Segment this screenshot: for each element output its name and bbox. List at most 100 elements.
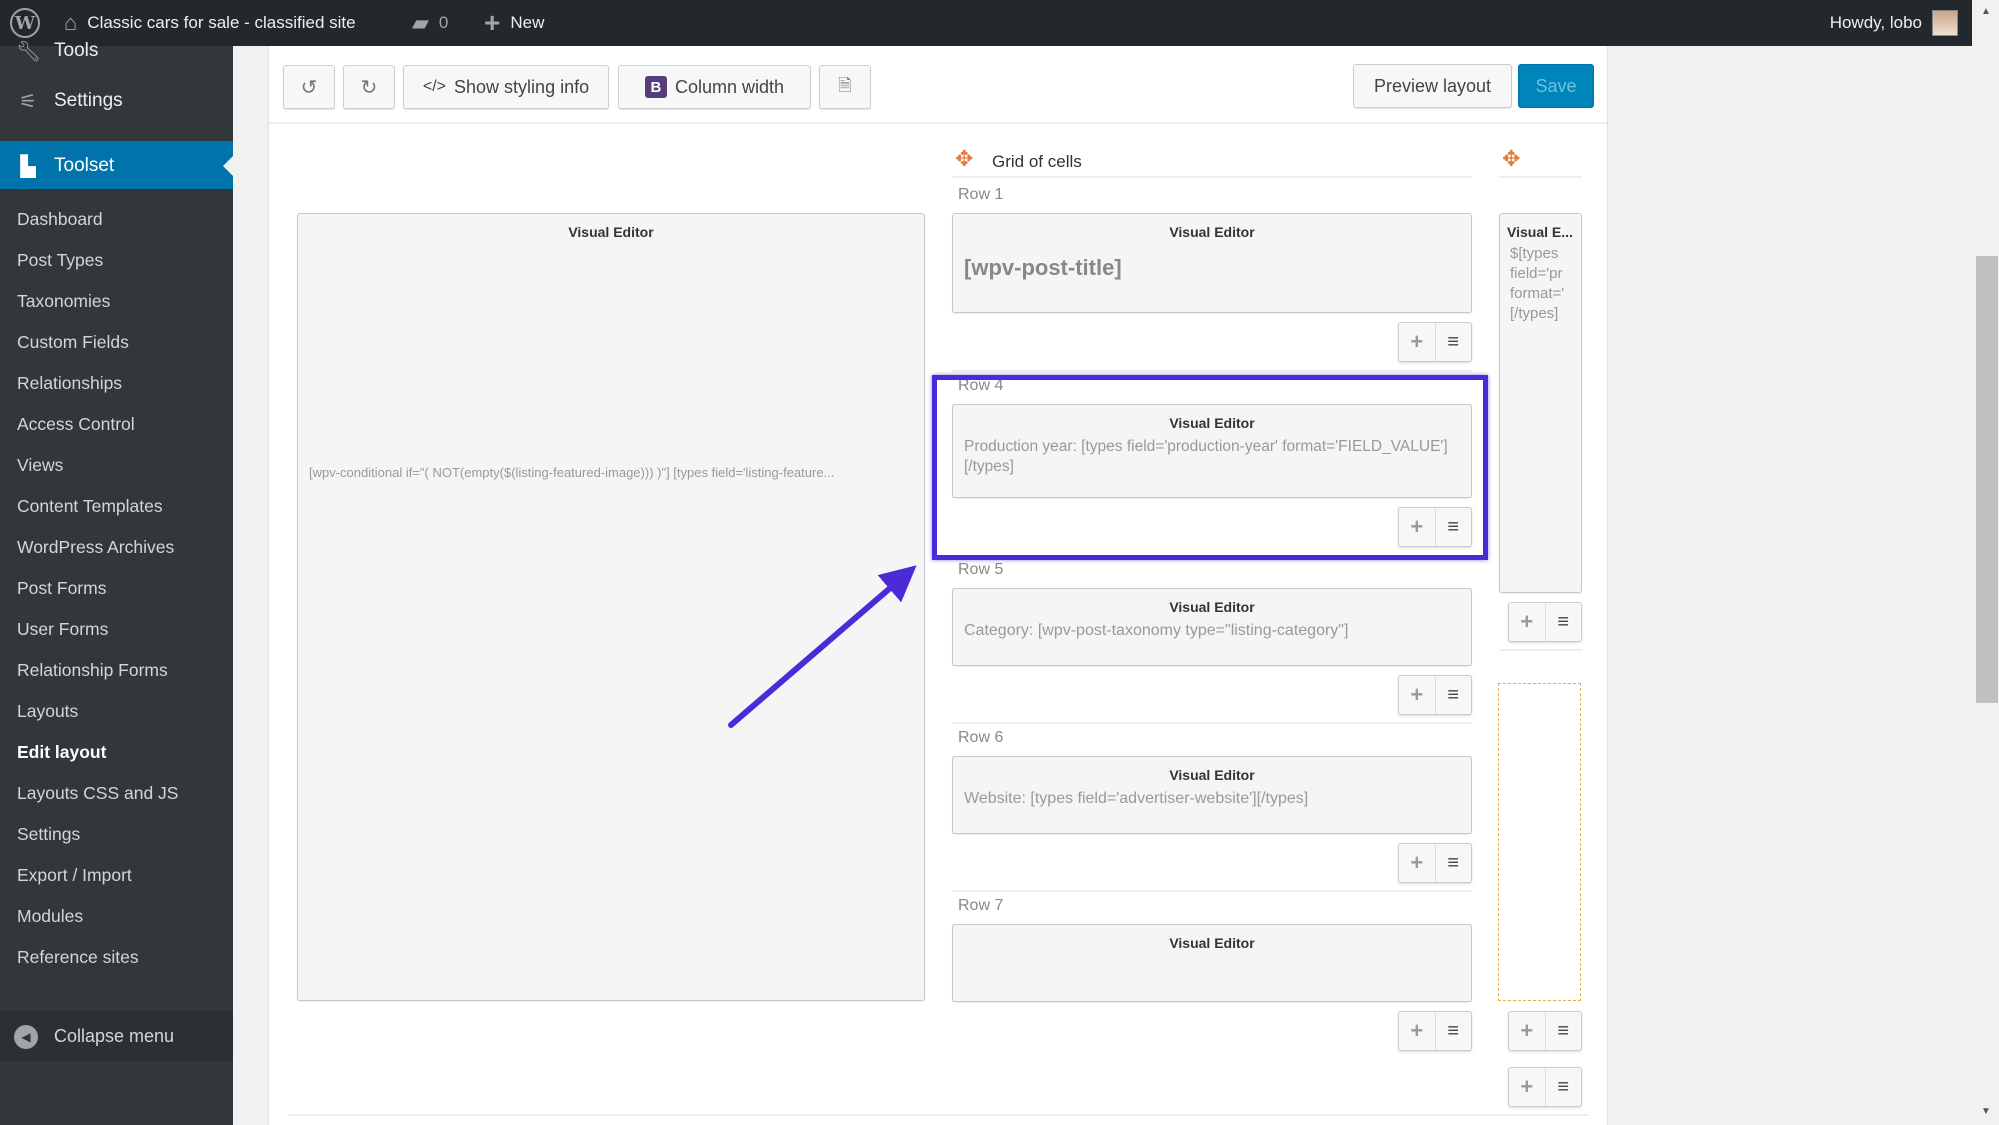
toolset-submenu: Dashboard Post Types Taxonomies Custom F… bbox=[0, 189, 233, 978]
submenu-views[interactable]: Views bbox=[0, 445, 233, 486]
submenu-settings[interactable]: Settings bbox=[0, 814, 233, 855]
submenu-post-types[interactable]: Post Types bbox=[0, 240, 233, 281]
cell-content: Category: [wpv-post-taxonomy type="listi… bbox=[964, 622, 1349, 639]
show-styling-info-button[interactable]: </> Show styling info bbox=[403, 65, 609, 109]
add-cell-button[interactable]: + bbox=[1399, 676, 1436, 714]
submenu-access-control[interactable]: Access Control bbox=[0, 404, 233, 445]
submenu-taxonomies[interactable]: Taxonomies bbox=[0, 281, 233, 322]
cell-title: Visual Editor bbox=[1169, 599, 1255, 615]
undo-button[interactable]: ↺ bbox=[283, 65, 335, 109]
wrench-icon: 🔧︎ bbox=[16, 40, 42, 63]
row-menu-button[interactable]: ≡ bbox=[1436, 844, 1472, 882]
left-visual-editor-cell[interactable]: Visual Editor [wpv-conditional if="( NOT… bbox=[297, 213, 925, 1001]
row-divider bbox=[1499, 649, 1582, 651]
add-row-button[interactable]: + bbox=[1509, 1068, 1546, 1106]
submenu-relationship-forms[interactable]: Relationship Forms bbox=[0, 650, 233, 691]
submenu-dashboard[interactable]: Dashboard bbox=[0, 199, 233, 240]
current-menu-arrow bbox=[223, 156, 233, 176]
right-visual-editor-cell[interactable]: Visual E... $[types field='pr format=' [… bbox=[1499, 213, 1582, 593]
submenu-reference-sites[interactable]: Reference sites bbox=[0, 937, 233, 978]
row-controls: + ≡ bbox=[1398, 843, 1472, 883]
submenu-edit-layout[interactable]: Edit layout bbox=[0, 732, 233, 773]
add-cell-button[interactable]: + bbox=[1509, 603, 1546, 641]
collapse-menu-button[interactable]: ◀ Collapse menu bbox=[0, 1011, 233, 1061]
visual-editor-cell-row-1[interactable]: Visual Editor [wpv-post-title] bbox=[952, 213, 1472, 313]
scrollbar-thumb[interactable] bbox=[1976, 256, 1998, 703]
cell-title: Visual Editor bbox=[1169, 767, 1255, 783]
submenu-post-forms[interactable]: Post Forms bbox=[0, 568, 233, 609]
cell-title: Visual Editor bbox=[568, 224, 654, 240]
add-cell-button[interactable]: + bbox=[1509, 1012, 1546, 1050]
visual-editor-cell-row-6[interactable]: Visual Editor Website: [types field='adv… bbox=[952, 756, 1472, 834]
submenu-layouts-css-js[interactable]: Layouts CSS and JS bbox=[0, 773, 233, 814]
add-cell-button[interactable]: + bbox=[1399, 323, 1436, 361]
save-button[interactable]: Save bbox=[1518, 64, 1594, 108]
preview-layout-button[interactable]: Preview layout bbox=[1353, 64, 1512, 108]
redo-button[interactable]: ↻ bbox=[343, 65, 395, 109]
grid-header-divider bbox=[952, 176, 1472, 178]
new-label: New bbox=[510, 13, 545, 32]
row-controls: + ≡ bbox=[1398, 1011, 1472, 1051]
submenu-relationships[interactable]: Relationships bbox=[0, 363, 233, 404]
avatar bbox=[1932, 10, 1958, 36]
column-width-button[interactable]: B Column width bbox=[618, 65, 811, 109]
page-scrollbar[interactable]: ▲ ▼ bbox=[1975, 0, 1999, 1125]
sidebar-item-settings[interactable]: ⚟ Settings bbox=[0, 76, 233, 126]
scroll-down-arrow-icon[interactable]: ▼ bbox=[1981, 1106, 1991, 1117]
sidebar-item-toolset[interactable]: ▙ Toolset bbox=[0, 141, 233, 191]
undo-icon: ↺ bbox=[300, 76, 318, 99]
layout-toolbar: ↺ ↻ </> Show styling info B Column width… bbox=[269, 46, 1607, 124]
redo-icon: ↻ bbox=[360, 76, 378, 99]
layout-menu-button[interactable]: ≡ bbox=[1546, 1068, 1582, 1106]
row-menu-button[interactable]: ≡ bbox=[1546, 603, 1582, 641]
add-cell-button[interactable]: + bbox=[1399, 844, 1436, 882]
cell-title: Visual Editor bbox=[1169, 224, 1255, 240]
scroll-up-arrow-icon[interactable]: ▲ bbox=[1981, 6, 1991, 17]
sidebar-item-tools[interactable]: 🔧︎ Tools bbox=[0, 26, 233, 76]
row-menu-button[interactable]: ≡ bbox=[1436, 676, 1472, 714]
submenu-export-import[interactable]: Export / Import bbox=[0, 855, 233, 896]
right-column-move-icon[interactable]: ✥ bbox=[1502, 146, 1520, 172]
empty-cell-dropzone[interactable] bbox=[1498, 683, 1581, 1001]
submenu-user-forms[interactable]: User Forms bbox=[0, 609, 233, 650]
collapse-menu-label: Collapse menu bbox=[54, 1026, 175, 1046]
row-controls: + ≡ bbox=[1508, 602, 1582, 642]
account-menu[interactable]: Howdy, lobo bbox=[1830, 0, 1958, 46]
export-code-button[interactable]: 🗎 bbox=[819, 65, 871, 109]
row-controls: + ≡ bbox=[1398, 675, 1472, 715]
admin-bar: W ⌂ Classic cars for sale - classified s… bbox=[0, 0, 1972, 46]
new-content-link[interactable]: + New bbox=[484, 0, 544, 46]
cell-title: Visual Editor bbox=[1169, 935, 1255, 951]
sidebar-item-label: Settings bbox=[54, 90, 123, 111]
submenu-wordpress-archives[interactable]: WordPress Archives bbox=[0, 527, 233, 568]
row-divider bbox=[952, 370, 1472, 372]
visual-editor-cell-row-7[interactable]: Visual Editor bbox=[952, 924, 1472, 1002]
toolset-icon: ▙ bbox=[20, 155, 36, 178]
row-controls: + ≡ bbox=[1508, 1011, 1582, 1051]
cell-content: $[types field='pr format=' [/types] bbox=[1500, 240, 1581, 328]
cell-content: [wpv-post-title] bbox=[964, 255, 1122, 280]
row-controls: + ≡ bbox=[1508, 1067, 1582, 1107]
comments-link[interactable]: ▰ 0 bbox=[412, 0, 448, 46]
comment-icon: ▰ bbox=[412, 10, 429, 35]
row-controls: + ≡ bbox=[1398, 322, 1472, 362]
add-cell-button[interactable]: + bbox=[1399, 1012, 1436, 1050]
grid-move-icon[interactable]: ✥ bbox=[955, 146, 973, 172]
row-label: Row 5 bbox=[958, 561, 1004, 578]
row-menu-button[interactable]: ≡ bbox=[1436, 323, 1472, 361]
submenu-modules[interactable]: Modules bbox=[0, 896, 233, 937]
bottom-divider bbox=[289, 1114, 1589, 1116]
submenu-content-templates[interactable]: Content Templates bbox=[0, 486, 233, 527]
code-file-icon: 🗎 bbox=[838, 75, 852, 95]
show-styling-info-label: Show styling info bbox=[454, 76, 590, 97]
settings-icon: ⚟ bbox=[19, 90, 37, 113]
row-label: Row 6 bbox=[958, 729, 1004, 746]
admin-sidebar: 🔧︎ Tools ⚟ Settings ▙ Toolset Dashboard … bbox=[0, 40, 233, 1125]
visual-editor-cell-row-5[interactable]: Visual Editor Category: [wpv-post-taxono… bbox=[952, 588, 1472, 666]
submenu-custom-fields[interactable]: Custom Fields bbox=[0, 322, 233, 363]
submenu-layouts[interactable]: Layouts bbox=[0, 691, 233, 732]
row-menu-button[interactable]: ≡ bbox=[1546, 1012, 1582, 1050]
row-menu-button[interactable]: ≡ bbox=[1436, 1012, 1472, 1050]
howdy-text: Howdy, lobo bbox=[1829, 13, 1922, 32]
cell-content: Website: [types field='advertiser-websit… bbox=[964, 790, 1309, 807]
